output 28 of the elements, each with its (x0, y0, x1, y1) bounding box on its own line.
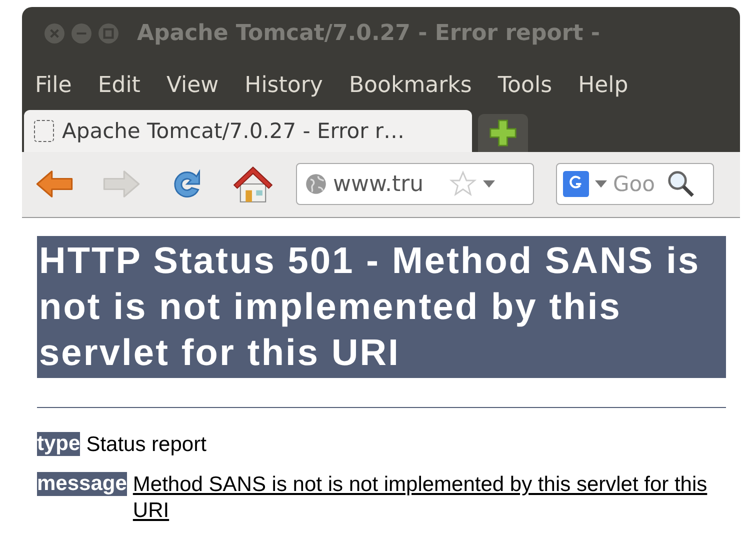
plus-icon (489, 118, 517, 147)
field-value: Status report (86, 432, 208, 458)
new-tab-button[interactable] (478, 114, 528, 152)
menu-item[interactable]: Tools (498, 72, 552, 98)
field-label: type (37, 432, 80, 456)
menu-item[interactable]: Help (578, 72, 628, 98)
search-icon[interactable] (667, 170, 695, 198)
tab-title: Apache Tomcat/7.0.27 - Error r… (62, 118, 405, 143)
window-title: Apache Tomcat/7.0.27 - Error report - (137, 21, 600, 46)
search-engine-icon[interactable] (563, 171, 589, 198)
search-field[interactable]: Goo (613, 172, 661, 196)
menu-item[interactable]: File (35, 72, 72, 98)
dropdown-arrow-icon[interactable] (595, 180, 607, 188)
globe-icon (305, 173, 327, 196)
menu-item[interactable]: Bookmarks (348, 72, 472, 98)
address-bar[interactable]: www.tru (296, 163, 534, 206)
field-value: Method SANS is not is not implemented by this servlet for this URI (132, 472, 708, 524)
dropdown-arrow-icon[interactable] (483, 180, 495, 188)
address-field[interactable]: www.tru (333, 172, 443, 197)
error-heading: HTTP Status 501 - Method SANS is not is not implemented by this servlet for this URI (37, 236, 726, 378)
page-icon (34, 120, 54, 142)
search-bar[interactable]: Goo (556, 163, 714, 206)
menu-item[interactable]: Edit (98, 72, 140, 98)
star-icon[interactable] (449, 170, 477, 198)
browser-tab[interactable]: Apache Tomcat/7.0.27 - Error r… (24, 110, 472, 152)
field-label: message (37, 472, 127, 496)
menu-item[interactable]: History (244, 72, 323, 98)
menu-item[interactable]: View (166, 72, 219, 98)
